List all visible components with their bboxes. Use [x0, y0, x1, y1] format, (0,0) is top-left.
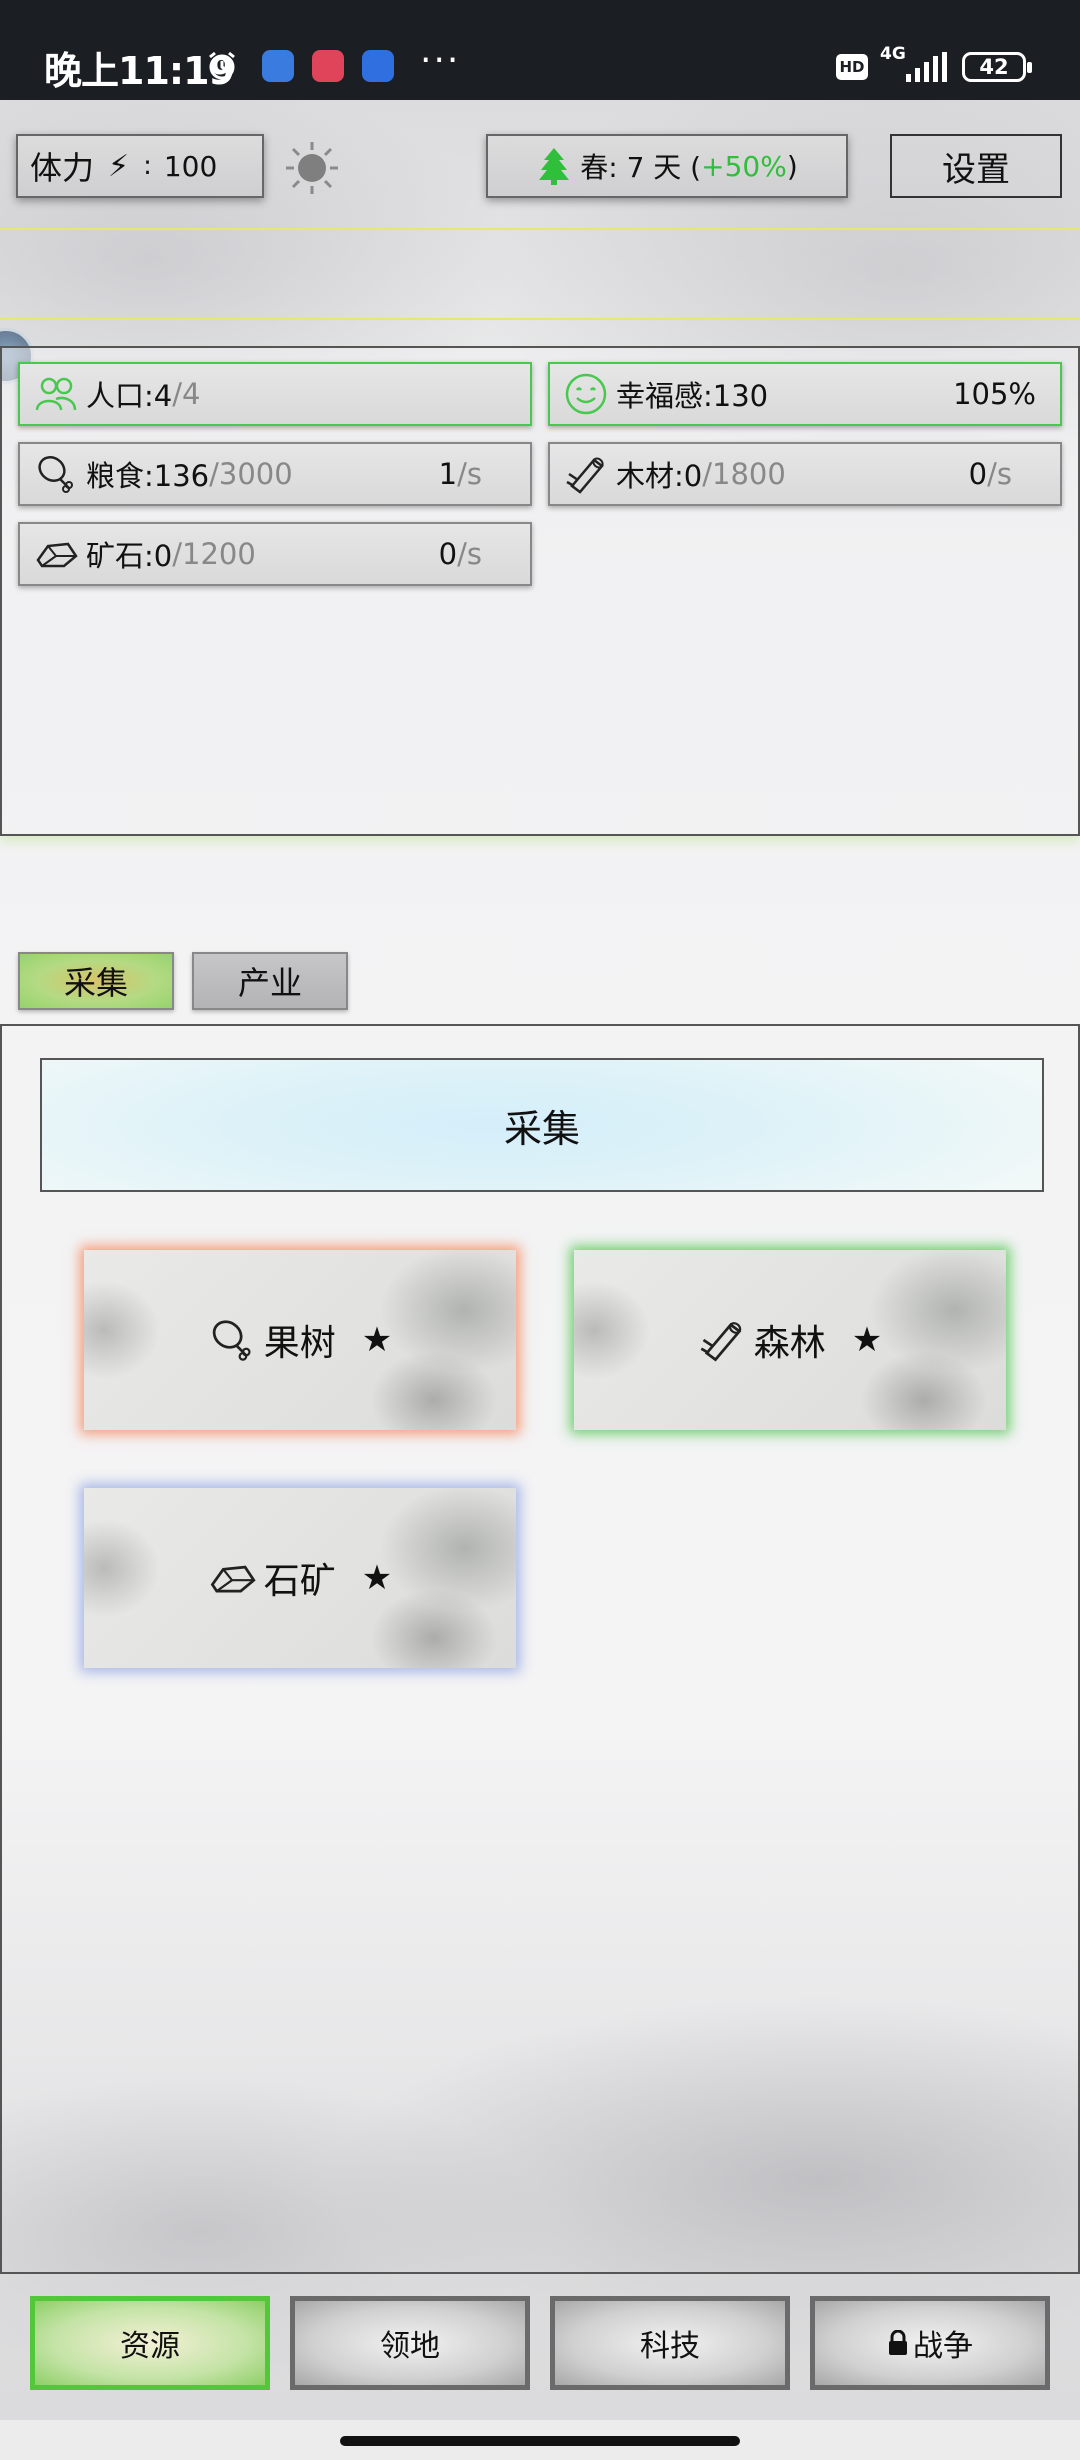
season-bonus: +50%	[701, 149, 787, 183]
food-label: 粮食:136	[86, 459, 210, 493]
card-fruit-tree[interactable]: 果树 ★	[84, 1250, 516, 1430]
log-icon	[700, 1322, 742, 1362]
ore-rate-value: 0	[438, 537, 458, 571]
sun-icon	[286, 142, 338, 194]
signal-icon	[906, 52, 947, 82]
meat-icon	[212, 1320, 251, 1361]
section-title: 采集	[40, 1058, 1044, 1192]
population-label: 人口:4	[86, 379, 173, 413]
tab-gather[interactable]: 采集	[18, 952, 174, 1010]
food-rate-unit: /s	[457, 457, 482, 491]
ore-max: /1200	[172, 537, 256, 571]
nav-technology[interactable]: 科技	[550, 2296, 790, 2390]
stone-icon	[210, 1565, 256, 1593]
ore-rate-unit: /s	[457, 537, 482, 571]
stamina-label: 体力	[30, 149, 95, 187]
card-label: 森林	[753, 1323, 826, 1364]
ore-row: 矿石:0/1200 0/s	[18, 522, 532, 586]
wood-rate-value: 0	[968, 457, 988, 491]
baidu-app-icon	[262, 50, 294, 82]
more-notifications-icon: ···	[420, 40, 461, 81]
tab-industry[interactable]: 产业	[192, 952, 348, 1010]
network-type: 4G	[880, 44, 906, 64]
food-rate-value: 1	[438, 457, 458, 491]
card-forest[interactable]: 森林 ★	[574, 1250, 1006, 1430]
stamina-value: 100	[163, 149, 218, 183]
lightning-icon: ⚡	[108, 148, 130, 184]
app-notification-icon	[312, 50, 344, 82]
food-max: /3000	[209, 457, 293, 491]
tree-icon	[539, 148, 570, 185]
stone-icon	[36, 542, 78, 568]
wood-max: /1800	[702, 457, 786, 491]
population-row: 人口:4/4	[18, 362, 532, 426]
wood-label: 木材:0	[616, 459, 703, 493]
log-icon	[566, 457, 604, 494]
stamina-display: 体力 ⚡ : 100	[16, 134, 264, 198]
season-text: 春: 7 天 (	[580, 151, 702, 184]
happiness-pct: 105%	[953, 377, 1036, 411]
population-max: /4	[172, 377, 201, 411]
smile-icon	[565, 373, 607, 415]
wood-rate: 0/s	[969, 457, 1012, 491]
hd-badge: HD	[836, 54, 868, 80]
card-label: 果树	[263, 1323, 336, 1364]
ore-rate: 0/s	[439, 537, 482, 571]
meat-icon	[38, 456, 73, 493]
card-label: 石矿	[263, 1561, 336, 1602]
resources-panel: 人口:4/4 幸福感:130 105% 粮食:136/3000 1/s 木材:0…	[0, 346, 1080, 836]
star-icon: ★	[851, 1320, 883, 1360]
lock-icon	[889, 2330, 907, 2355]
wood-row: 木材:0/1800 0/s	[548, 442, 1062, 506]
happiness-label: 幸福感:130	[616, 379, 769, 413]
main-panel: 采集 果树 ★ 森林 ★ 石矿 ★	[0, 1024, 1080, 2274]
season-close: )	[786, 149, 798, 183]
home-indicator[interactable]	[340, 2436, 740, 2446]
alarm-icon	[209, 51, 235, 80]
browser-app-icon	[362, 50, 394, 82]
event-band	[0, 228, 1080, 320]
status-bar: 晚上11:19 ··· HD 4G 42	[0, 0, 1080, 100]
food-row: 粮食:136/3000 1/s	[18, 442, 532, 506]
star-icon: ★	[361, 1558, 393, 1598]
card-stone-mine[interactable]: 石矿 ★	[84, 1488, 516, 1668]
wood-rate-unit: /s	[987, 457, 1012, 491]
star-icon: ★	[361, 1320, 393, 1360]
ore-label: 矿石:0	[86, 539, 173, 573]
bottom-nav: 资源 领地 科技 战争	[0, 2274, 1080, 2420]
food-rate: 1/s	[439, 457, 482, 491]
top-bar: 体力 ⚡ : 100 春: 7 天 (+50%) 设置	[0, 100, 1080, 230]
battery-indicator: 42	[962, 52, 1032, 82]
season-display: 春: 7 天 (+50%)	[486, 134, 848, 198]
nav-war[interactable]: 战争	[810, 2296, 1050, 2390]
nav-territory[interactable]: 领地	[290, 2296, 530, 2390]
people-icon	[35, 377, 77, 411]
nav-war-label: 战争	[913, 2329, 973, 2364]
happiness-row: 幸福感:130 105%	[548, 362, 1062, 426]
stamina-colon: :	[143, 151, 152, 181]
nav-resources[interactable]: 资源	[30, 2296, 270, 2390]
settings-button[interactable]: 设置	[890, 134, 1062, 198]
